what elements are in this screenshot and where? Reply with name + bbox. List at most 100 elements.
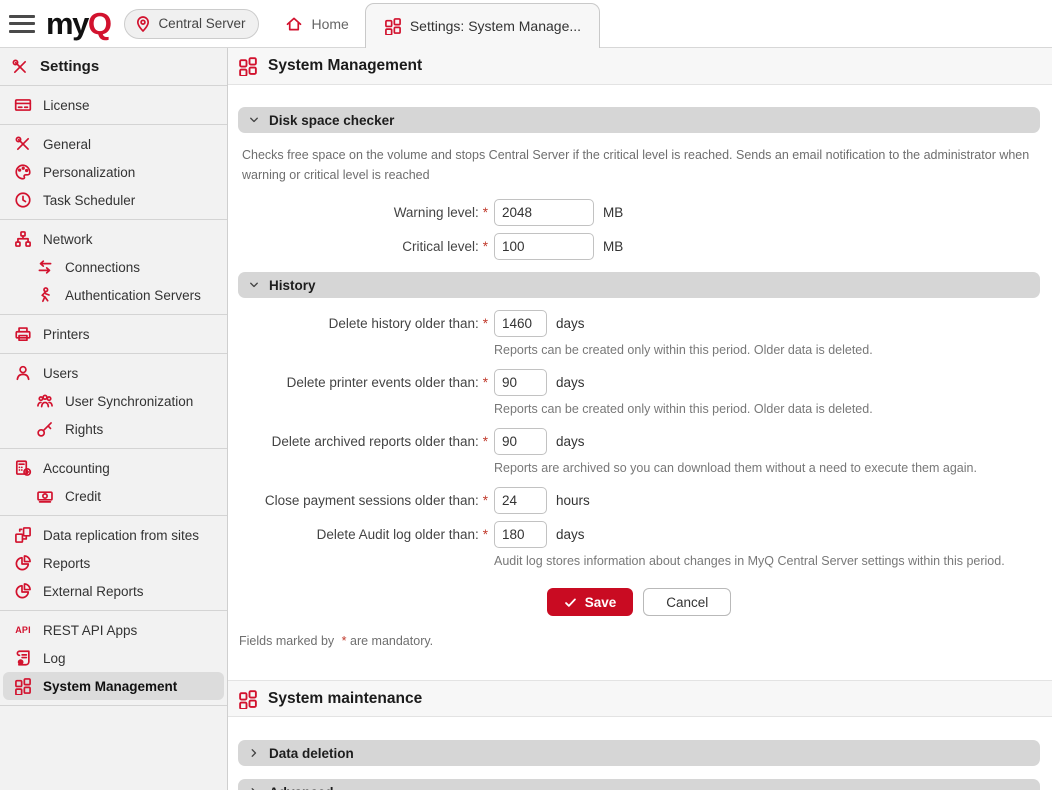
sidebar-item-network[interactable]: Network: [3, 225, 224, 253]
field-unit: days: [556, 434, 585, 449]
sidebar-item-label: REST API Apps: [43, 623, 137, 638]
sidebar-item-label: Accounting: [43, 461, 110, 476]
required-asterisk: *: [483, 527, 488, 542]
required-asterisk: *: [483, 239, 488, 254]
history-header[interactable]: History: [238, 272, 1040, 298]
field-input-delete-history-older-than[interactable]: [494, 310, 547, 337]
field-help-text: Audit log stores information about chang…: [494, 554, 1040, 568]
chevron-right-icon: [247, 746, 261, 760]
history-title: History: [269, 278, 316, 293]
sidebar-item-connections[interactable]: Connections: [3, 253, 224, 281]
disk-space-checker-title: Disk space checker: [269, 113, 394, 128]
sidebar-item-label: System Management: [43, 679, 177, 694]
cancel-button[interactable]: Cancel: [643, 588, 731, 616]
user-icon: [14, 364, 32, 382]
banknote-icon: [36, 487, 54, 505]
sidebar-title: Settings: [0, 48, 227, 85]
sidebar-item-user-synchronization[interactable]: User Synchronization: [3, 387, 224, 415]
sidebar-item-label: Personalization: [43, 165, 135, 180]
field-label: Delete Audit log older than:*: [238, 527, 488, 542]
sidebar-item-log[interactable]: Log: [3, 644, 224, 672]
collapsed-section-title: Data deletion: [269, 746, 354, 761]
sidebar-item-label: Network: [43, 232, 93, 247]
sidebar-item-rest-api-apps[interactable]: API REST API Apps: [3, 616, 224, 644]
field-label: Delete printer events older than:*: [238, 375, 488, 390]
license-icon: [14, 96, 32, 114]
sidebar-divider: [0, 705, 227, 706]
users-group-icon: [36, 392, 54, 410]
server-selector-button[interactable]: Central Server: [124, 9, 259, 39]
field-input-close-payment-sessions-older-than[interactable]: [494, 487, 547, 514]
field-input-delete-printer-events-older-than[interactable]: [494, 369, 547, 396]
sidebar-item-authentication-servers[interactable]: Authentication Servers: [3, 281, 224, 309]
sidebar-item-license[interactable]: License: [3, 91, 224, 119]
key-icon: [36, 420, 54, 438]
sidebar-item-accounting[interactable]: Accounting: [3, 454, 224, 482]
field-input-delete-archived-reports-older-than[interactable]: [494, 428, 547, 455]
sidebar-item-rights[interactable]: Rights: [3, 415, 224, 443]
field-unit: days: [556, 527, 585, 542]
collapsed-section-advanced[interactable]: Advanced: [238, 779, 1040, 790]
pie-chart-icon: [14, 582, 32, 600]
grid-icon: [238, 689, 258, 709]
disk-space-checker-description: Checks free space on the volume and stop…: [242, 145, 1032, 185]
tab-bar: Home Settings: System Manage...: [269, 0, 600, 47]
form-row-critical-level: Critical level:* MB: [238, 233, 1040, 260]
calculator-icon: [14, 459, 32, 477]
field-input-warning-level[interactable]: [494, 199, 594, 226]
sidebar-item-label: Log: [43, 651, 66, 666]
disk-space-checker-header[interactable]: Disk space checker: [238, 107, 1040, 133]
grid-icon: [14, 677, 32, 695]
save-button[interactable]: Save: [547, 588, 634, 616]
sidebar-item-general[interactable]: General: [3, 130, 224, 158]
app-window: myQ Central Server Home Settings: System …: [0, 0, 1052, 790]
sidebar-item-label: Connections: [65, 260, 140, 275]
sidebar-item-reports[interactable]: Reports: [3, 549, 224, 577]
form-row-close-payment-sessions-older-than: Close payment sessions older than:*hours: [238, 487, 1040, 514]
sidebar-item-credit[interactable]: Credit: [3, 482, 224, 510]
sidebar-group: Data replication from sitesReports Extern…: [0, 516, 227, 610]
chevron-down-icon: [247, 113, 261, 127]
field-unit: hours: [556, 493, 590, 508]
field-unit: days: [556, 316, 585, 331]
tab-settings-system-manage[interactable]: Settings: System Manage...: [365, 3, 600, 48]
page-title-2: System maintenance: [268, 690, 422, 708]
sidebar-item-label: User Synchronization: [65, 394, 193, 409]
main-content: System Management Disk space checker Che…: [228, 48, 1052, 790]
sidebar-item-external-reports[interactable]: External Reports: [3, 577, 224, 605]
field-unit: days: [556, 375, 585, 390]
sidebar-item-users[interactable]: Users: [3, 359, 224, 387]
chevron-down-icon: [247, 278, 261, 292]
tab-label: Settings: System Manage...: [410, 18, 581, 34]
sidebar-group: Network Connections Authentication Servers: [0, 220, 227, 314]
printer-icon: [14, 325, 32, 343]
menu-icon[interactable]: [9, 15, 35, 33]
field-input-critical-level[interactable]: [494, 233, 594, 260]
sidebar-title-label: Settings: [40, 58, 99, 75]
sidebar-item-task-scheduler[interactable]: Task Scheduler: [3, 186, 224, 214]
myq-logo: myQ: [46, 8, 110, 39]
field-label: Delete history older than:*: [238, 316, 488, 331]
sidebar-item-printers[interactable]: Printers: [3, 320, 224, 348]
api-icon: API: [14, 621, 32, 639]
field-label: Warning level:*: [238, 205, 488, 220]
collapsed-section-title: Advanced: [269, 785, 334, 790]
required-asterisk: *: [483, 434, 488, 449]
sidebar-item-personalization[interactable]: Personalization: [3, 158, 224, 186]
field-input-delete-audit-log-older-than[interactable]: [494, 521, 547, 548]
tab-home[interactable]: Home: [269, 0, 364, 47]
field-unit: MB: [603, 205, 623, 220]
sidebar-nav: License General Personalization Task Schedu…: [0, 85, 227, 706]
sidebar-item-data-replication-from-sites[interactable]: Data replication from sites: [3, 521, 224, 549]
sidebar-item-label: Rights: [65, 422, 103, 437]
field-label: Critical level:*: [238, 239, 488, 254]
required-asterisk: *: [483, 205, 488, 220]
disk-fields: Warning level:* MB Critical level:* MB: [238, 199, 1040, 260]
sidebar-item-system-management[interactable]: System Management: [3, 672, 224, 700]
field-unit: MB: [603, 239, 623, 254]
cancel-button-label: Cancel: [666, 595, 708, 610]
required-asterisk: *: [483, 493, 488, 508]
sidebar-group: License: [0, 86, 227, 124]
sidebar-item-label: External Reports: [43, 584, 144, 599]
collapsed-section-data-deletion[interactable]: Data deletion: [238, 740, 1040, 766]
